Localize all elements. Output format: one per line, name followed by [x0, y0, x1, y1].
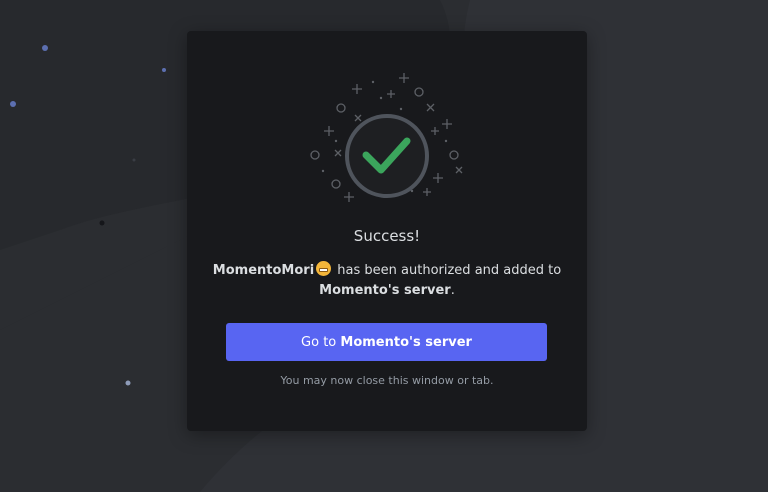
close-window-note: You may now close this window or tab.: [280, 374, 494, 387]
server-name: Momento's server: [319, 283, 451, 298]
message-end: .: [450, 283, 455, 298]
go-to-server-button[interactable]: Go to Momento's server: [226, 323, 547, 361]
message-text: has been authorized and added to: [333, 263, 562, 278]
grinning-face-icon: [316, 261, 332, 276]
button-label-server: Momento's server: [340, 334, 472, 350]
authorization-message: MomentoMori has been authorized and adde…: [207, 261, 567, 301]
dialog-title: Success!: [353, 227, 421, 245]
success-dialog: Success! MomentoMori has been authorized…: [187, 31, 587, 431]
check-circle: [345, 114, 429, 198]
success-checkmark-illustration: [310, 73, 463, 202]
bot-name: MomentoMori: [212, 263, 315, 278]
button-label-prefix: Go to: [301, 334, 341, 350]
